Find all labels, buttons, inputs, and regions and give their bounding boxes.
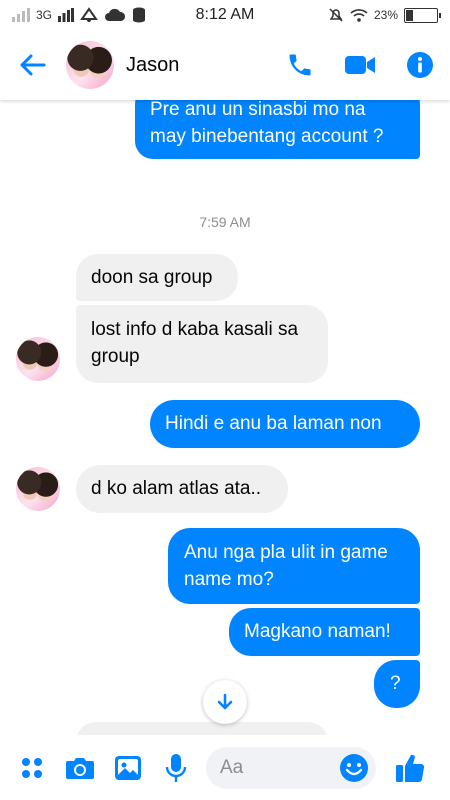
contact-name[interactable]: Jason — [126, 54, 270, 77]
message-bubble-incoming[interactable]: d ko alam atlas ata.. — [76, 465, 288, 513]
mic-icon — [165, 753, 187, 782]
gallery-icon — [115, 755, 141, 780]
wifi-icon — [350, 9, 368, 22]
network-type: 3G — [36, 8, 53, 22]
storage-icon — [133, 7, 146, 23]
apps-icon — [22, 757, 42, 778]
phone-icon — [289, 54, 311, 76]
chat-header: Jason — [0, 30, 450, 100]
more-actions-button[interactable] — [8, 744, 56, 792]
camera-icon — [66, 757, 94, 779]
cloud-icon — [105, 8, 126, 21]
scroll-to-bottom-button[interactable] — [203, 680, 247, 724]
gallery-button[interactable] — [104, 744, 152, 792]
back-arrow-icon — [20, 54, 46, 76]
status-right: 23% — [268, 7, 441, 23]
camera-button[interactable] — [56, 744, 104, 792]
status-time: 8:12 AM — [195, 6, 255, 23]
message-bubble-incoming[interactable]: lost info d kaba kasali sa group — [76, 305, 328, 383]
message-input[interactable] — [206, 756, 326, 779]
info-button[interactable] — [390, 30, 450, 100]
message-bubble-outgoing[interactable]: ? — [374, 660, 420, 708]
mute-bell-icon — [329, 8, 343, 22]
video-icon — [345, 56, 375, 74]
message-bubble-outgoing[interactable]: Hindi e anu ba laman non — [150, 400, 420, 448]
message-bubble-outgoing[interactable]: Anu nga pla ulit in game name mo? — [168, 528, 420, 604]
voice-call-button[interactable] — [270, 30, 330, 100]
like-icon — [396, 754, 425, 782]
like-button[interactable] — [386, 744, 434, 792]
sender-avatar[interactable] — [16, 467, 60, 511]
emoji-icon — [340, 753, 368, 782]
video-call-button[interactable] — [330, 30, 390, 100]
back-button[interactable] — [0, 30, 64, 100]
notification-icon — [80, 7, 98, 22]
emoji-button[interactable] — [338, 752, 370, 784]
message-timestamp: 7:59 AM — [199, 214, 251, 230]
status-bar: 3G 8:12 AM 23% — [0, 0, 450, 30]
signal-bars-strong-icon — [58, 8, 75, 22]
info-icon — [407, 52, 433, 78]
contact-avatar[interactable] — [66, 41, 114, 89]
battery-fill — [406, 9, 413, 21]
scroll-down-icon — [217, 693, 233, 710]
message-bubble-outgoing[interactable]: Magkano naman! — [229, 608, 420, 656]
voice-message-button[interactable] — [152, 744, 200, 792]
message-input-wrapper — [206, 746, 376, 789]
composer-bar — [0, 735, 450, 800]
status-left: 3G — [12, 7, 182, 23]
sender-avatar[interactable] — [16, 337, 60, 381]
battery-icon — [404, 7, 441, 23]
message-bubble-incoming[interactable]: doon sa group — [76, 254, 238, 301]
battery-percent: 23% — [373, 8, 398, 22]
signal-bars-icon — [12, 8, 30, 22]
